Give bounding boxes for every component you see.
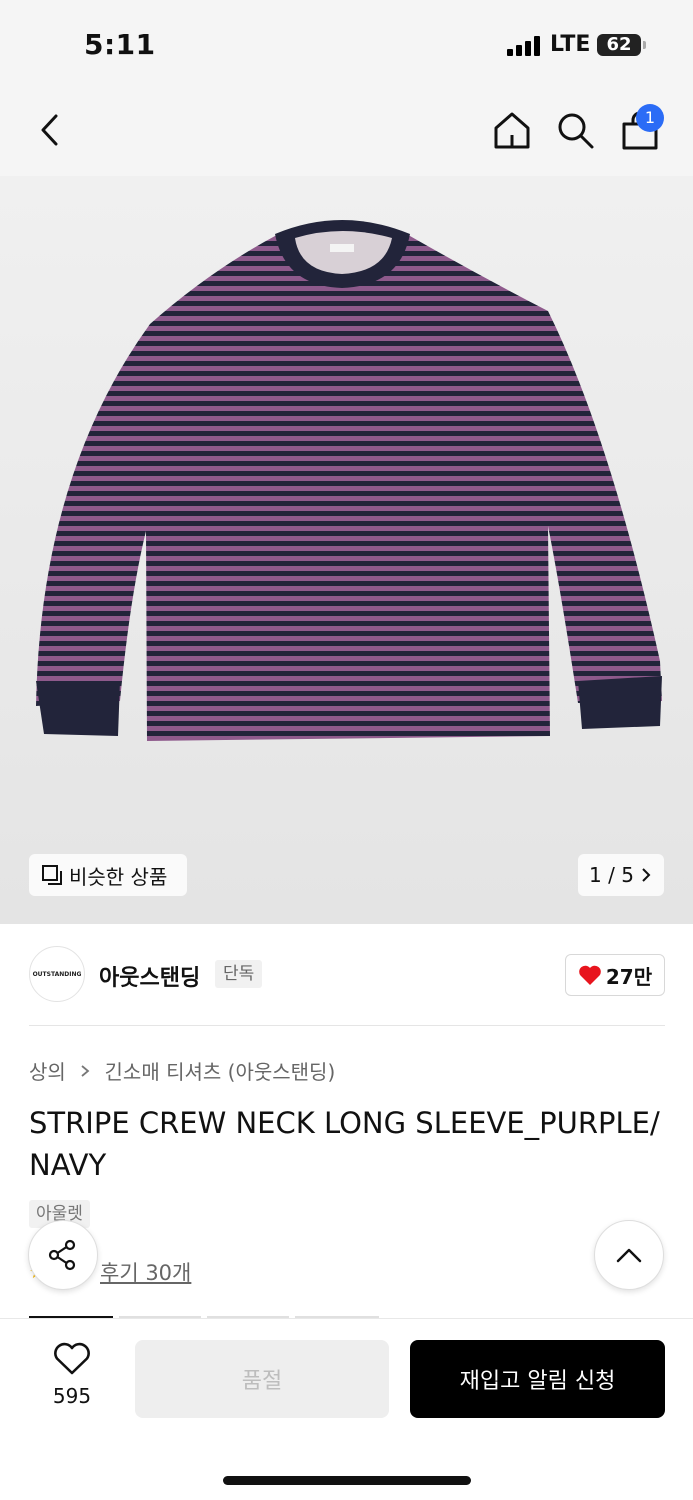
signal-icon [507,36,543,56]
breadcrumb-child[interactable]: 긴소매 티셔츠 (아웃스탠딩) [105,1060,336,1084]
chevron-right-icon [81,1064,90,1077]
heart-filled-icon [579,965,601,985]
brand-like-count: 27만 [605,964,653,989]
home-icon [494,112,530,149]
product-image-carousel[interactable] [0,176,693,924]
status-time: 5:11 [84,28,156,61]
heart-outline-icon [54,1342,90,1375]
similar-products-button[interactable]: 비슷한 상품 [29,854,187,896]
search-icon [558,113,594,149]
similar-products-label: 비슷한 상품 [69,864,168,889]
brand-row: OUTSTANDING 아웃스탠딩 단독 27만 [29,946,665,1002]
navigation-bar [0,90,693,176]
product-title: STRIPE CREW NECK LONG SLEEVE_PURPLE/NAVY [29,1106,660,1182]
share-button[interactable] [28,1220,98,1290]
back-button[interactable] [28,108,72,152]
exclusive-tag: 단독 [215,960,263,988]
similar-products-icon [42,865,62,885]
home-button[interactable] [490,108,534,152]
share-icon [48,1239,76,1271]
product-image [36,220,662,741]
page-indicator: 1 / 5 [589,863,634,887]
wishlist-count: 595 [52,1384,92,1408]
scroll-top-button[interactable] [594,1220,664,1290]
divider [29,1025,665,1026]
breadcrumb: 상의 긴소매 티셔츠 (아웃스탠딩) [29,1056,335,1085]
status-bar: 5:11 LTE 62 [0,0,693,90]
restock-alert-button[interactable]: 재입고 알림 신청 [410,1340,665,1418]
chevron-right-icon [642,868,651,882]
battery-icon: 62 [597,34,641,56]
brand-logo-text: OUTSTANDING [32,970,82,978]
breadcrumb-parent[interactable]: 상의 [29,1060,66,1084]
wishlist-button[interactable]: 595 [40,1342,104,1408]
battery-cap [643,41,646,49]
chevron-left-icon [41,114,58,146]
brand-logo[interactable]: OUTSTANDING [29,946,85,1002]
cart-count-badge: 1 [636,104,664,132]
search-button[interactable] [553,108,597,152]
brand-name[interactable]: 아웃스탠딩 [99,960,200,992]
review-link[interactable]: 후기 30개 [100,1257,191,1287]
chevron-up-icon [616,1248,642,1263]
home-indicator[interactable] [223,1476,471,1485]
brand-like-button[interactable]: 27만 [565,954,665,996]
network-label: LTE [550,32,591,57]
sold-out-button[interactable]: 품절 [135,1340,389,1418]
image-pager[interactable]: 1 / 5 [578,854,664,896]
